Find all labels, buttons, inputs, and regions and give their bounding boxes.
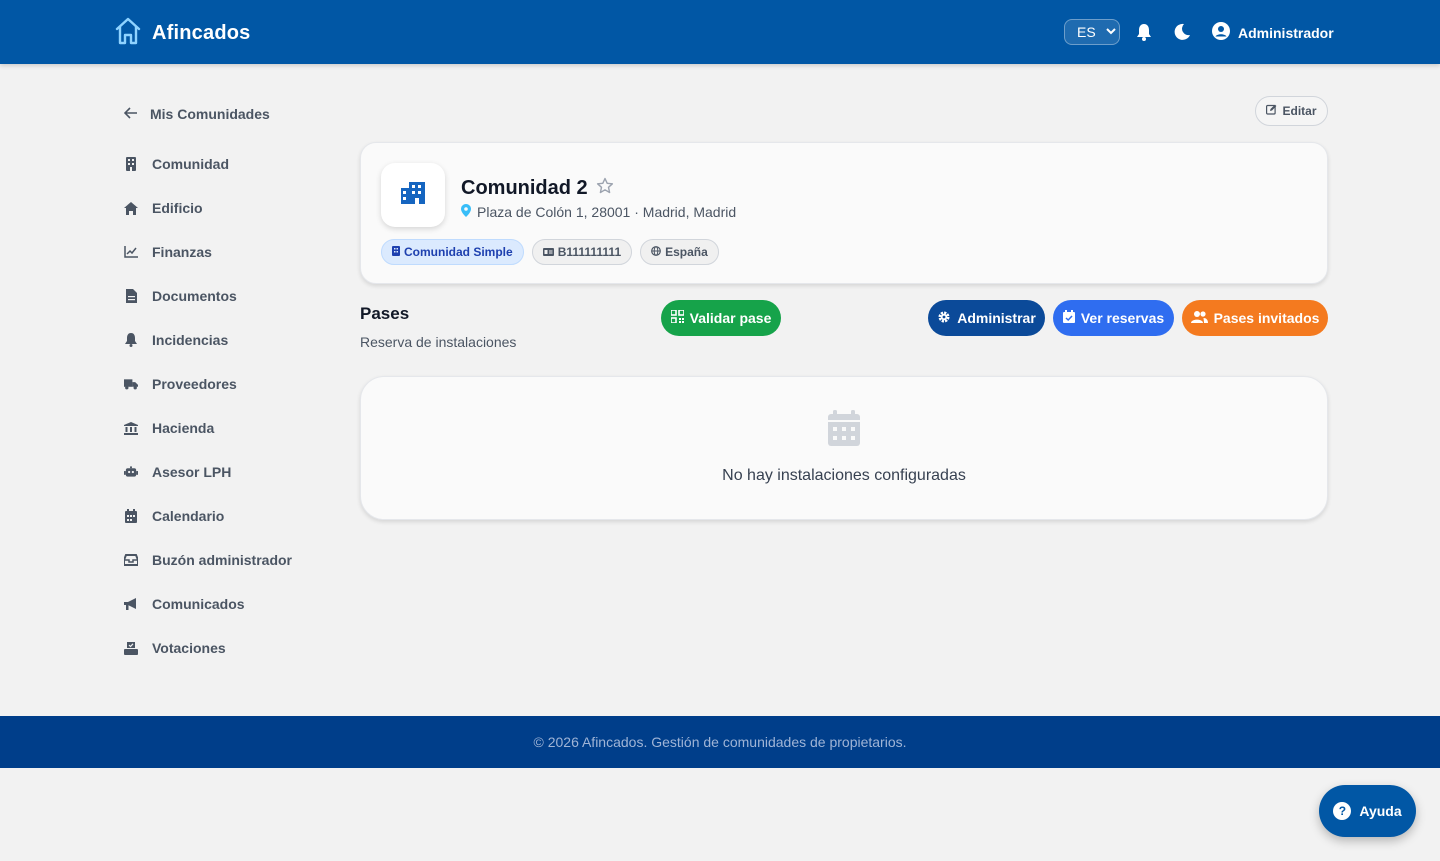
community-type-badge: Comunidad Simple <box>381 239 524 265</box>
empty-state-message: No hay instalaciones configuradas <box>722 467 966 484</box>
calendar-empty-icon <box>828 410 860 451</box>
question-mark-icon: ? <box>1333 802 1352 820</box>
back-link-label: Mis Comunidades <box>150 106 270 122</box>
user-avatar-icon <box>1212 22 1230 43</box>
view-reservations-label: Ver reservas <box>1080 310 1165 326</box>
validate-pass-label: Validar pase <box>689 310 772 326</box>
sidebar-item-label: Comunicados <box>152 596 245 612</box>
section-subtitle: Reserva de instalaciones <box>360 334 517 350</box>
top-bar: Afincados ES Administrador <box>0 0 1440 64</box>
home-icon <box>124 201 138 215</box>
bell-icon <box>124 333 138 347</box>
community-address: Plaza de Colón 1, 28001 · Madrid, Madrid <box>461 204 736 220</box>
sidebar-item-incidencias[interactable]: Incidencias <box>124 330 228 350</box>
inbox-icon <box>124 553 138 567</box>
building-icon <box>124 157 138 171</box>
sidebar-item-finanzas[interactable]: Finanzas <box>124 242 212 262</box>
community-card: Comunidad 2 Plaza de Colón 1, 28001 · Ma… <box>360 142 1328 284</box>
empty-state-card: No hay instalaciones configuradas <box>360 376 1328 520</box>
sidebar-item-label: Documentos <box>152 288 237 304</box>
sidebar-item-label: Votaciones <box>152 640 226 656</box>
favorite-star-icon[interactable] <box>596 177 614 200</box>
sidebar-item-comunicados[interactable]: Comunicados <box>124 594 245 614</box>
chart-line-icon <box>124 245 138 259</box>
sidebar-item-calendario[interactable]: Calendario <box>124 506 224 526</box>
country-badge: España <box>640 239 719 265</box>
user-menu[interactable]: Administrador <box>1212 22 1334 43</box>
validate-pass-button[interactable]: Validar pase <box>661 300 781 336</box>
sidebar-item-asesor-lph[interactable]: Asesor LPH <box>124 462 231 482</box>
view-reservations-button[interactable]: Ver reservas <box>1053 300 1174 336</box>
language-value: ES <box>1077 24 1096 40</box>
footer-copyright: © 2026 Afincados. Gestión de comunidades… <box>533 734 907 750</box>
community-type-label: Comunidad Simple <box>404 245 513 259</box>
arrow-left-icon <box>123 106 138 122</box>
user-name: Administrador <box>1238 24 1334 41</box>
notifications-bell-icon[interactable] <box>1134 22 1154 42</box>
sidebar-item-label: Comunidad <box>152 156 229 172</box>
bank-icon <box>124 421 138 435</box>
truck-icon <box>124 377 138 391</box>
sidebar-item-label: Calendario <box>152 508 225 524</box>
sidebar-item-buzon-administrador[interactable]: Buzón administrador <box>124 550 292 570</box>
sidebar-item-comunidad[interactable]: Comunidad <box>124 154 229 174</box>
calendar-check-icon <box>1062 310 1075 326</box>
megaphone-icon <box>124 597 138 611</box>
ballot-box-icon <box>124 641 138 655</box>
help-button[interactable]: ? Ayuda <box>1319 785 1416 837</box>
back-to-communities-link[interactable]: Mis Comunidades <box>123 106 270 122</box>
sidebar-item-label: Asesor LPH <box>152 464 232 480</box>
community-title-row: Comunidad 2 <box>461 177 614 200</box>
address-text: Plaza de Colón 1, 28001 · Madrid, Madrid <box>477 204 737 220</box>
brand[interactable]: Afincados <box>114 16 250 51</box>
sidebar-item-edificio[interactable]: Edificio <box>124 198 203 218</box>
language-select[interactable]: ES <box>1064 19 1120 45</box>
community-logo <box>381 163 445 227</box>
calendar-icon <box>124 509 138 523</box>
footer: © 2026 Afincados. Gestión de comunidades… <box>0 716 1440 768</box>
community-name: Comunidad 2 <box>461 177 588 199</box>
users-icon <box>1190 310 1208 326</box>
dark-mode-moon-icon[interactable] <box>1172 22 1192 42</box>
sidebar-item-label: Edificio <box>152 200 203 216</box>
sidebar-item-hacienda[interactable]: Hacienda <box>124 418 214 438</box>
location-pin-icon <box>461 204 471 220</box>
gear-icon <box>937 310 951 327</box>
brand-title: Afincados <box>152 22 251 44</box>
sidebar-item-documentos[interactable]: Documentos <box>124 286 237 306</box>
sidebar-item-label: Finanzas <box>152 244 212 260</box>
sidebar-item-label: Incidencias <box>152 332 229 348</box>
city-buildings-icon <box>401 181 425 209</box>
edit-button[interactable]: Editar <box>1255 96 1328 126</box>
edit-button-label: Editar <box>1282 104 1317 118</box>
globe-icon <box>651 245 662 259</box>
country-value: España <box>665 245 708 259</box>
manage-button[interactable]: Administrar <box>928 300 1045 336</box>
guest-passes-button[interactable]: Pases invitados <box>1182 300 1328 336</box>
cif-value: B111111111 <box>557 245 622 259</box>
chevron-down-icon <box>1105 27 1116 38</box>
community-tags: Comunidad Simple B111111111 España <box>381 239 719 265</box>
id-card-icon <box>542 245 554 259</box>
qr-code-icon <box>669 309 685 326</box>
edit-pencil-icon <box>1266 104 1277 118</box>
robot-icon <box>124 465 138 479</box>
manage-label: Administrar <box>957 310 1036 326</box>
cif-badge: B111111111 <box>531 239 633 265</box>
section-title: Pases <box>360 304 410 323</box>
help-label: Ayuda <box>1359 803 1402 819</box>
sidebar-item-label: Proveedores <box>152 376 237 392</box>
building-icon <box>392 245 400 259</box>
file-icon <box>124 289 138 303</box>
sidebar-item-label: Buzón administrador <box>152 552 293 568</box>
sidebar-item-proveedores[interactable]: Proveedores <box>124 374 237 394</box>
sidebar-item-label: Hacienda <box>152 420 215 436</box>
guest-passes-label: Pases invitados <box>1213 310 1320 326</box>
home-logo-icon <box>114 16 142 51</box>
sidebar-item-votaciones[interactable]: Votaciones <box>124 638 226 658</box>
